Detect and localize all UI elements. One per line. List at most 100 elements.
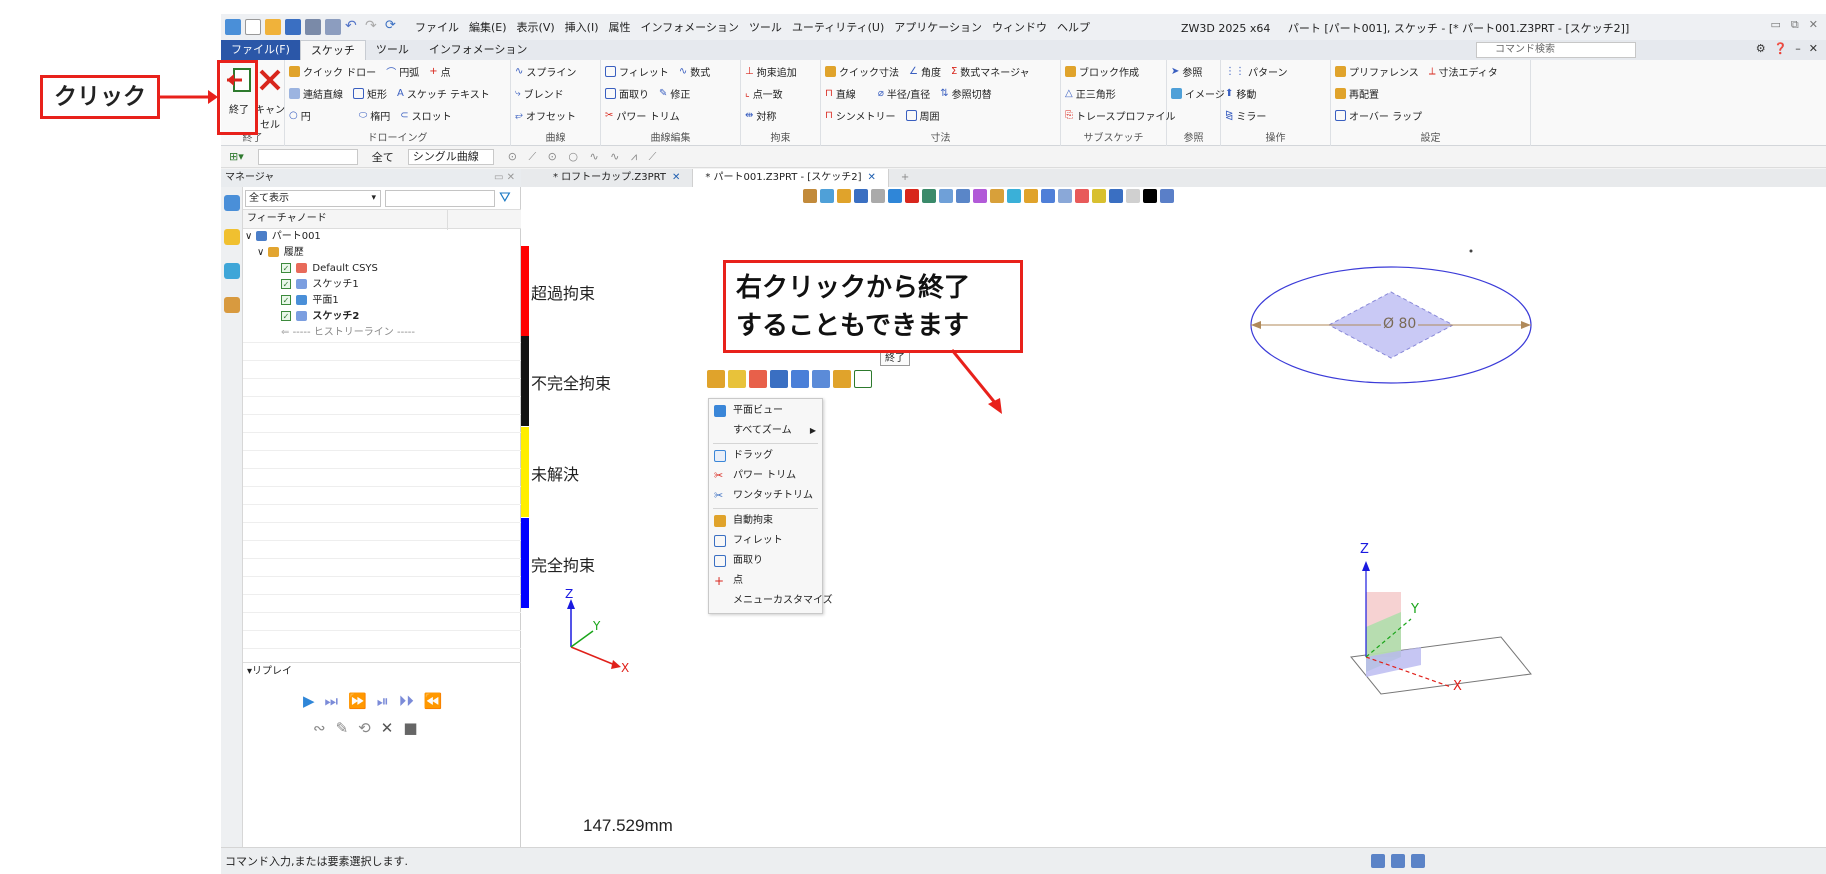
print-icon[interactable] xyxy=(305,19,321,35)
ribbon-minimize-icon[interactable]: – xyxy=(1795,42,1801,55)
menu-tools[interactable]: ツール xyxy=(749,19,782,35)
tab-document-2[interactable]: * パート001.Z3PRT - [スケッチ2] ✕ xyxy=(693,169,889,187)
block-button[interactable]: ブロック作成 xyxy=(1065,64,1139,79)
replay-header[interactable]: ▾リプレイ xyxy=(243,662,521,680)
assembly-tab-icon[interactable] xyxy=(224,229,240,245)
visibility-checkbox[interactable]: ✓ xyxy=(281,279,291,289)
expand-chevron-icon[interactable]: ∨ xyxy=(245,231,252,242)
restore-icon[interactable]: ⧉ xyxy=(1791,18,1799,32)
menu-file[interactable]: ファイル xyxy=(415,19,459,35)
coincident-button[interactable]: ⌞ 点一致 xyxy=(745,86,783,101)
play-all-icon[interactable]: ⏯ xyxy=(377,692,389,710)
image-button[interactable]: イメージ xyxy=(1171,86,1225,101)
menu-item-drag[interactable]: ドラッグ xyxy=(709,446,822,466)
minimize-icon[interactable]: ▭ xyxy=(1771,18,1781,32)
relayout-button[interactable]: 再配置 xyxy=(1335,86,1379,101)
symmetric-button[interactable]: ⇹ 対称 xyxy=(745,108,776,123)
save-all-icon[interactable] xyxy=(325,19,341,35)
move-button[interactable]: ⬆ 移動 xyxy=(1225,86,1256,101)
expand-chevron-icon[interactable]: ∨ xyxy=(257,247,264,258)
offset-button[interactable]: ⥂ オフセット xyxy=(515,108,576,123)
power-trim-button[interactable]: ✂ パワー トリム xyxy=(605,108,680,123)
menu-item-one-touch-trim[interactable]: ✂ ワンタッチトリム xyxy=(709,486,822,506)
menu-item-chamfer[interactable]: 面取り xyxy=(709,551,822,571)
cancel-button[interactable]: キャンセル xyxy=(253,66,287,131)
redo-icon[interactable]: ↷ xyxy=(365,19,381,35)
tab-file[interactable]: ファイル(F) xyxy=(221,40,300,60)
menu-application[interactable]: アプリケーション xyxy=(894,19,982,35)
graphics-viewport[interactable]: 超過拘束 不完全拘束 未解決 完全拘束 Ø 80 Z Y X Z Y X 終了 … xyxy=(521,187,1826,847)
menu-view[interactable]: 表示(V) xyxy=(517,19,555,35)
ctx-exit-sketch-icon[interactable] xyxy=(854,370,872,388)
quick-dim-button[interactable]: クイック寸法 xyxy=(825,64,899,79)
tree-node-plane1[interactable]: ✓ 平面1 xyxy=(243,293,521,309)
status-display-icon[interactable] xyxy=(1391,854,1405,868)
fast-forward-icon[interactable]: ⏵⏵ xyxy=(399,692,414,710)
triangle-button[interactable]: △ 正三角形 xyxy=(1065,86,1116,101)
sketch-text-button[interactable]: A スケッチ テキスト xyxy=(397,86,490,101)
ctx-constraint-icon[interactable] xyxy=(749,370,767,388)
modify-button[interactable]: ✎ 修正 xyxy=(659,86,690,101)
curve-mode-dropdown[interactable]: シングル曲線 xyxy=(407,148,494,165)
menu-item-zoom-all[interactable]: すべてズーム ▶ xyxy=(709,421,822,441)
help-icon[interactable]: ❓ xyxy=(1774,42,1788,55)
visibility-checkbox[interactable]: ✓ xyxy=(281,311,291,321)
quick-draw-button[interactable]: クイック ドロー xyxy=(289,64,376,79)
formula-manager-button[interactable]: Σ 数式マネージャ xyxy=(951,64,1030,79)
manager-close-icon[interactable]: ▭ ✕ xyxy=(494,169,515,187)
play-next-icon[interactable]: ⏩ xyxy=(348,692,367,710)
dim-editor-button[interactable]: ⟂ 寸法エディタ xyxy=(1429,64,1498,79)
menu-item-customize[interactable]: メニューカスタマイズ xyxy=(709,591,833,611)
ellipse-handle[interactable] xyxy=(1469,249,1473,253)
tab-information[interactable]: インフォメーション xyxy=(419,40,537,60)
open-folder-icon[interactable] xyxy=(265,19,281,35)
preference-button[interactable]: プリファレンス xyxy=(1335,64,1419,79)
funnel-icon[interactable]: ⛛ xyxy=(499,190,511,206)
step-forward-icon[interactable]: ⏭ xyxy=(325,692,339,710)
ref-toggle-button[interactable]: ⇅ 参照切替 xyxy=(940,86,991,101)
visibility-checkbox[interactable]: ✓ xyxy=(281,263,291,273)
status-layout-icon[interactable] xyxy=(1371,854,1385,868)
show-all-dropdown[interactable]: 全て表示 xyxy=(245,189,381,207)
close-tab-icon[interactable]: ✕ xyxy=(867,172,875,183)
path-icon[interactable]: ∾ xyxy=(313,719,326,737)
menu-item-point[interactable]: + 点 xyxy=(709,571,822,591)
pattern-button[interactable]: ⋮⋮ パターン xyxy=(1225,64,1288,79)
polyline-button[interactable]: 連結直線 xyxy=(289,86,343,101)
mirror-button[interactable]: ⧎ ミラー xyxy=(1225,108,1266,123)
diameter-dimension-text[interactable]: Ø 80 xyxy=(1381,316,1419,332)
trace-button[interactable]: ⎘ トレースプロファイル xyxy=(1065,108,1176,123)
user-tab-icon[interactable] xyxy=(224,297,240,313)
filter-icon[interactable]: ⊞▾ xyxy=(229,150,244,163)
filter-all-label[interactable]: 全て xyxy=(372,149,394,165)
pencil-icon[interactable]: ✎ xyxy=(336,719,349,737)
blend-button[interactable]: ⤷ ブレンド xyxy=(515,86,564,101)
settings-icon[interactable]: ⚙ xyxy=(1756,42,1766,55)
add-constraint-button[interactable]: ⊥ 拘束追加 xyxy=(745,64,797,79)
stop-icon[interactable]: ■ xyxy=(403,719,417,737)
fillet-button[interactable]: フィレット xyxy=(605,64,669,79)
close-window-icon[interactable]: ✕ xyxy=(1809,18,1818,32)
menu-insert[interactable]: 挿入(I) xyxy=(565,19,599,35)
tree-node-history[interactable]: ∨ 履歴 xyxy=(243,245,521,261)
close-tab-icon[interactable]: ✕ xyxy=(672,172,680,183)
menu-help[interactable]: ヘルプ xyxy=(1057,19,1090,35)
ellipse-button[interactable]: ⬭ 楕円 xyxy=(359,108,391,123)
menu-item-fillet[interactable]: フィレット xyxy=(709,531,822,551)
chamfer-button[interactable]: 面取り xyxy=(605,86,649,101)
slot-button[interactable]: ⊂ スロット xyxy=(400,108,451,123)
tree-node-part[interactable]: ∨ パート001 xyxy=(243,229,521,245)
ribbon-close-icon[interactable]: ✕ xyxy=(1809,42,1818,55)
tree-node-sketch2[interactable]: ✓ スケッチ2 xyxy=(243,309,521,325)
menu-edit[interactable]: 編集(E) xyxy=(469,19,507,35)
new-file-icon[interactable] xyxy=(245,19,261,35)
menu-item-auto-constraint[interactable]: 自動拘束 xyxy=(709,511,822,531)
tree-node-sketch1[interactable]: ✓ スケッチ1 xyxy=(243,277,521,293)
rectangle-button[interactable]: 矩形 xyxy=(353,86,387,101)
rewind-icon[interactable]: ⏪ xyxy=(424,692,443,710)
radius-button[interactable]: ⌀ 半径/直径 xyxy=(878,86,930,101)
angle-button[interactable]: ∠ 角度 xyxy=(909,64,941,79)
menu-information[interactable]: インフォメーション xyxy=(640,19,738,35)
tab-tools[interactable]: ツール xyxy=(366,40,419,60)
tree-filter-input[interactable] xyxy=(385,189,495,207)
